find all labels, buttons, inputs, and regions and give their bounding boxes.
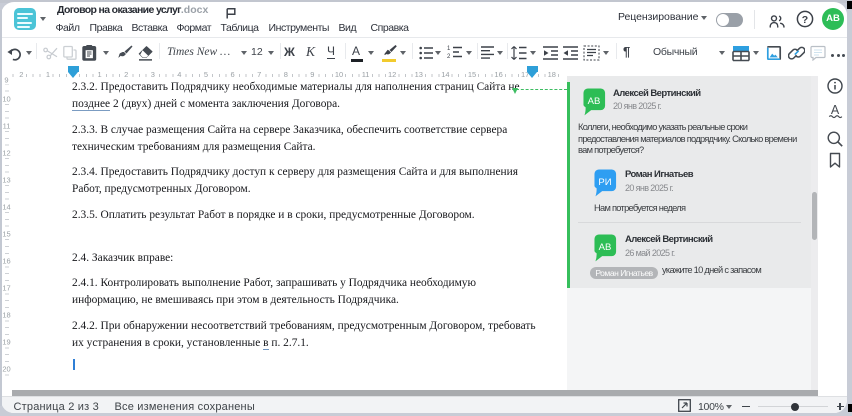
svg-text:?: ?: [802, 14, 808, 26]
svg-text:РИ: РИ: [598, 177, 611, 188]
svg-text:А: А: [831, 103, 840, 117]
svg-text:АВ: АВ: [588, 96, 601, 107]
svg-text:1: 1: [447, 46, 451, 52]
svg-text:2: 2: [447, 54, 451, 60]
svg-text:АВ: АВ: [599, 242, 612, 253]
